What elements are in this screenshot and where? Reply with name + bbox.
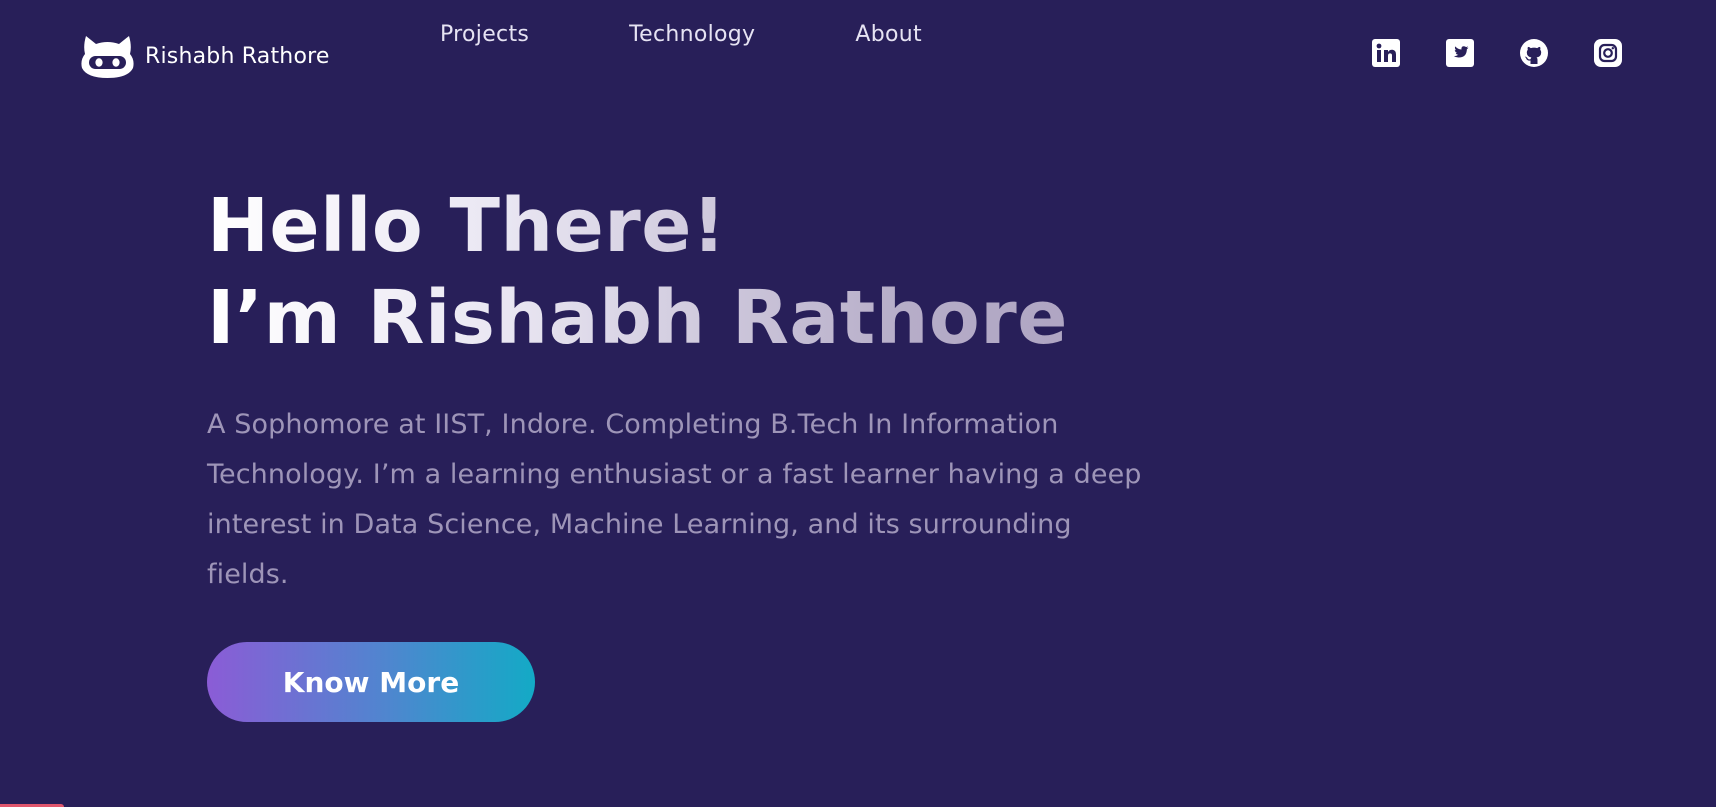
- linkedin-link[interactable]: [1371, 38, 1401, 68]
- twitter-icon: [1446, 39, 1474, 67]
- hero-section: Hello There! I’m Rishabh Rathore A Sopho…: [207, 180, 1207, 590]
- nav-link-about[interactable]: About: [855, 22, 922, 47]
- twitter-link[interactable]: [1445, 38, 1475, 68]
- nav-link-technology[interactable]: Technology: [629, 22, 755, 47]
- github-link[interactable]: [1519, 38, 1549, 68]
- ninja-cat-logo-icon: [81, 36, 134, 78]
- hero-description-line-1: A Sophomore at IIST, Indore. Completing …: [207, 409, 1059, 440]
- hero-description-line-4: fields.: [207, 559, 289, 590]
- brand-name: Rishabh Rathore: [145, 43, 330, 69]
- github-icon: [1520, 39, 1548, 67]
- instagram-icon: [1594, 39, 1622, 67]
- hero-description: A Sophomore at IIST, Indore. Completing …: [207, 400, 1207, 600]
- hero-title-line-1: Hello There!: [207, 183, 727, 269]
- social-links: [1371, 38, 1667, 68]
- brand-home-link[interactable]: Rishabh Rathore: [80, 32, 330, 80]
- navbar: Rishabh Rathore Projects Technology Abou…: [0, 0, 1716, 110]
- linkedin-icon: [1372, 39, 1400, 67]
- hero-description-line-2: Technology. I’m a learning enthusiast or…: [207, 459, 1142, 490]
- know-more-button[interactable]: Know More: [207, 642, 535, 722]
- nav-link-projects[interactable]: Projects: [440, 22, 529, 47]
- hero-description-line-3: interest in Data Science, Machine Learni…: [207, 509, 1072, 540]
- instagram-link[interactable]: [1593, 38, 1623, 68]
- main-nav: Projects Technology About: [440, 22, 1022, 47]
- hero-title-line-2: I’m Rishabh Rathore: [207, 275, 1068, 361]
- hero-title: Hello There! I’m Rishabh Rathore: [207, 180, 1207, 364]
